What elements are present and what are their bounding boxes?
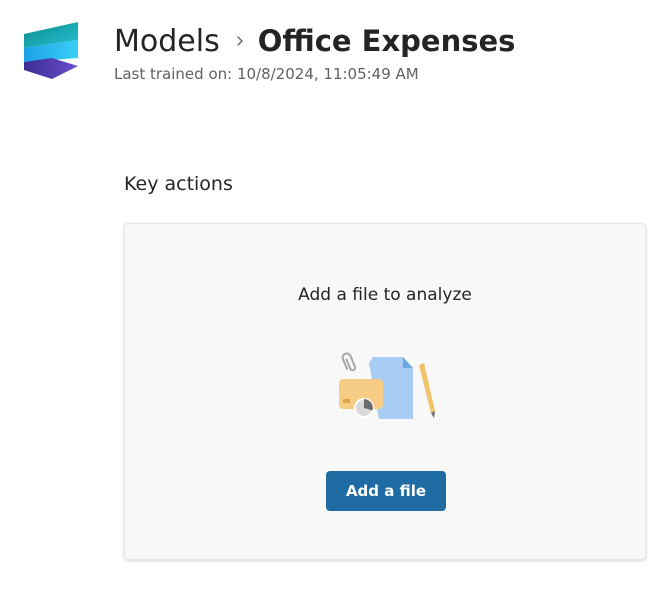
breadcrumb-models-link[interactable]: Models xyxy=(114,24,220,59)
breadcrumb: Models Office Expenses xyxy=(114,20,515,62)
chevron-right-icon xyxy=(237,36,243,46)
add-file-button[interactable]: Add a file xyxy=(326,471,446,511)
card-title: Add a file to analyze xyxy=(298,285,472,305)
add-file-card: Add a file to analyze Add a file xyxy=(124,223,646,560)
app-logo-icon xyxy=(24,22,78,79)
last-trained-text: Last trained on: 10/8/2024, 11:05:49 AM xyxy=(114,65,419,83)
page-title: Office Expenses xyxy=(257,24,516,58)
key-actions-heading: Key actions xyxy=(124,173,233,195)
file-attachment-illustration xyxy=(339,352,435,419)
